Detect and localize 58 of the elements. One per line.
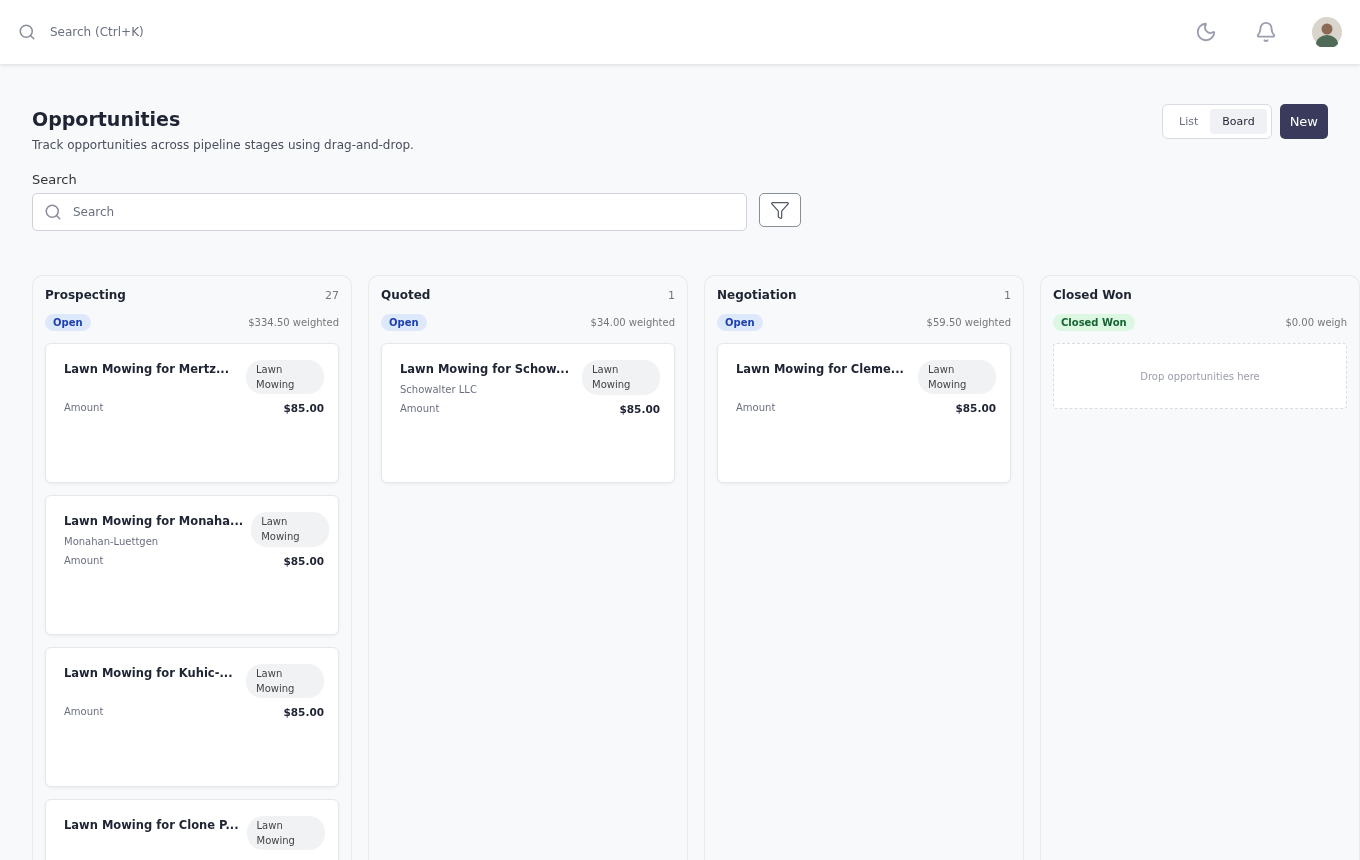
opportunity-card[interactable]: Lawn Mowing for Kuhic-... Lawn Mowing Amount $85.00 [45,647,339,787]
weighted-total: $34.00 weighted [590,317,675,328]
card-title: Lawn Mowing for Clone P... [64,818,239,832]
status-badge: Open [45,314,91,331]
opportunity-card[interactable]: Lawn Mowing for Cleme... Lawn Mowing Amount $85.00 [717,343,1011,483]
search-icon [44,203,62,221]
status-badge: Open [717,314,763,331]
amount-value: $85.00 [619,403,660,415]
service-tag: Lawn Mowing [251,512,330,547]
card-title: Lawn Mowing for Mertz... [64,362,230,376]
amount-label: Amount [400,403,440,415]
company-name: Schowalter LLC [400,384,478,395]
amount-label: Amount [64,402,104,414]
opportunity-card[interactable]: Lawn Mowing for Monaha... Monahan-Luettgen Lawn Mowing Amount $85.00 [45,495,339,635]
amount-label: Amount [736,402,776,414]
weighted-total: $59.50 weighted [926,317,1011,328]
status-badge: Closed Won [1053,314,1135,331]
card-title: Lawn Mowing for Schow... [400,362,569,376]
service-tag: Lawn Mowing [918,360,996,394]
filter-button[interactable] [759,193,801,227]
opportunity-card[interactable]: Lawn Mowing for Mertz... Lawn Mowing Amount $85.00 [45,343,339,483]
service-tag: Lawn Mowing [582,360,660,395]
view-tab[interactable]: List [1167,109,1211,134]
card-title: Lawn Mowing for Monaha... [64,514,244,528]
weighted-total: $334.50 weighted [248,317,339,328]
opportunity-card[interactable]: Lawn Mowing for Schow... Schowalter LLC Lawn Mowing Amount $85.00 [381,343,675,483]
amount-value: $85.00 [283,706,324,718]
page-title: Opportunities [32,108,182,130]
column-count: 27 [325,288,339,302]
new-button[interactable]: New [1279,104,1328,139]
amount-value: $85.00 [283,555,324,567]
weighted-total: $0.00 weigh [1285,317,1347,328]
company-name: Monahan-Luettgen [64,536,160,547]
card-title: Lawn Mowing for Cleme... [736,362,904,376]
search-icon [18,23,36,41]
column-title: Negotiation [717,288,797,302]
search-label: Search [32,172,78,187]
drop-zone: Drop opportunities here [1053,343,1347,409]
column-title: Prospecting [45,288,126,302]
amount-label: Amount [64,555,104,567]
service-tag: Lawn Mowing [246,664,324,698]
avatar[interactable] [1312,17,1342,47]
card-title: Lawn Mowing for Kuhic-... [64,666,233,680]
amount-value: $85.00 [283,402,324,414]
view-tab[interactable]: Board [1210,109,1267,134]
status-badge: Open [381,314,427,331]
column-title: Closed Won [1053,288,1132,302]
amount-value: $85.00 [955,402,996,414]
search-field[interactable]: Search [32,193,747,231]
column-count: 1 [668,288,675,302]
service-tag: Lawn Mowing [246,816,325,850]
page-subtitle: Track opportunities across pipeline stages using drag-and-drop. [32,138,414,152]
amount-label: Amount [64,706,104,718]
service-tag: Lawn Mowing [246,360,324,394]
opportunity-card[interactable]: Lawn Mowing for Clone P... Lawn Mowing [45,799,339,860]
filter-icon [770,200,790,220]
column-count: 1 [1004,288,1011,302]
column-title: Quoted [381,288,431,302]
